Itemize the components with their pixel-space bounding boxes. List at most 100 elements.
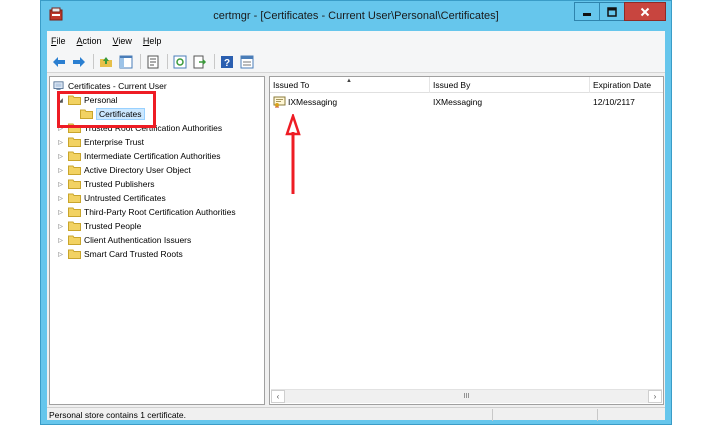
properties-icon [147,55,159,68]
help-icon: ? [221,55,233,69]
maximize-icon [607,6,617,17]
refresh-button[interactable] [172,54,188,70]
column-label-issued-by: Issued By [433,80,471,90]
up-folder-icon [100,56,112,67]
export-list-button[interactable] [192,54,208,70]
tree-item-store[interactable]: ▷ Active Directory User Object [56,163,191,177]
toolbar-separator [93,54,94,69]
table-row[interactable]: IXMessaging IXMessaging 12/10/2117 [270,95,663,108]
certificates-console-icon [53,81,64,90]
folder-icon [68,221,81,231]
annotation-highlight-box [57,91,156,128]
chevron-right-icon: › [653,392,657,401]
tree-label-store: Enterprise Trust [84,137,144,147]
minimize-icon [583,12,591,16]
folder-icon [68,193,81,203]
console-button[interactable] [239,54,255,70]
tree-item-store[interactable]: ▷ Third-Party Root Certification Authori… [56,205,236,219]
tree-item-store[interactable]: ▷ Enterprise Trust [56,135,144,149]
toolbar-separator [167,54,168,69]
list-pane[interactable]: Issued To ▲ Issued By Expiration Date IX… [269,76,664,405]
expand-icon[interactable]: ▷ [56,138,65,147]
client-area: File Action View Help ? Certificates - C… [47,31,665,421]
maximize-button[interactable] [599,2,625,21]
expand-icon[interactable]: ▷ [56,194,65,203]
folder-icon [68,207,81,217]
scroll-right-button[interactable]: › [648,390,662,403]
expand-icon[interactable]: ▷ [56,222,65,231]
certificate-icon [273,96,286,108]
column-label-issued-to: Issued To [273,80,310,90]
menu-file[interactable]: File [51,36,66,46]
tree-item-store[interactable]: ▷ Untrusted Certificates [56,191,166,205]
properties-button[interactable] [145,54,161,70]
up-folder-button[interactable] [98,54,114,70]
tree-item-store[interactable]: ▷ Smart Card Trusted Roots [56,247,183,261]
back-button[interactable] [51,54,67,70]
expand-icon[interactable]: ▷ [56,180,65,189]
column-label-expiration-date: Expiration Date [593,80,652,90]
expand-icon[interactable]: ▷ [56,208,65,217]
toolbar-separator [214,54,215,69]
expand-icon[interactable]: ▷ [56,250,65,259]
cell-issued-to: IXMessaging [273,95,337,108]
tree-item-store[interactable]: ▷ Trusted People [56,219,141,233]
tree-label-store: Smart Card Trusted Roots [84,249,183,259]
expand-icon[interactable]: ▷ [56,166,65,175]
folder-icon [68,165,81,175]
scroll-thumb[interactable]: III [286,391,647,402]
toolbar-separator [140,54,141,69]
show-hide-tree-button[interactable] [118,54,134,70]
menu-view[interactable]: View [113,36,132,46]
forward-button[interactable] [71,54,87,70]
console-icon [240,55,254,68]
back-icon [53,56,65,67]
status-bar: Personal store contains 1 certificate. [47,407,665,421]
svg-text:?: ? [224,58,230,69]
expand-icon[interactable]: ▷ [56,236,65,245]
issued-to-value: IXMessaging [288,96,338,107]
tree-label-store: Active Directory User Object [84,165,191,175]
tree-label-root: Certificates - Current User [68,81,167,91]
folder-icon [68,235,81,245]
menu-help[interactable]: Help [143,36,162,46]
forward-icon [73,56,85,67]
folder-icon [68,249,81,259]
title-bar[interactable]: certmgr - [Certificates - Current User\P… [41,1,671,31]
help-button[interactable]: ? [219,54,235,70]
menu-file-label: ile [56,36,66,46]
menu-help-label: elp [149,36,162,46]
tree-item-store[interactable]: ▷ Trusted Publishers [56,177,155,191]
menu-action-label: ction [82,36,102,46]
column-header-issued-by[interactable]: Issued By [430,77,590,93]
column-header-expiration-date[interactable]: Expiration Date [590,77,663,93]
status-divider [492,409,493,421]
menu-bar: File Action View Help [47,31,665,51]
show-hide-tree-icon [119,55,133,68]
close-button[interactable] [624,2,666,21]
folder-icon [68,151,81,161]
status-text: Personal store contains 1 certificate. [49,409,187,420]
expand-icon[interactable]: ▷ [56,152,65,161]
tree-label-store: Third-Party Root Certification Authoriti… [84,207,236,217]
tree-item-store[interactable]: ▷ Client Authentication Issuers [56,233,191,247]
minimize-button[interactable] [574,2,600,21]
cell-expiration-date: 12/10/2117 [593,96,635,107]
menu-action[interactable]: Action [77,36,102,46]
scroll-left-button[interactable]: ‹ [271,390,285,403]
status-divider [597,409,598,421]
certmgr-window: certmgr - [Certificates - Current User\P… [40,0,672,425]
list-header: Issued To ▲ Issued By Expiration Date [270,77,663,93]
sort-ascending-icon: ▲ [346,78,352,84]
tree-label-store: Untrusted Certificates [84,193,166,203]
tree-label-store: Trusted People [84,221,142,231]
refresh-icon [173,55,187,68]
annotation-up-arrow [285,114,301,194]
cell-issued-by: IXMessaging [433,96,483,107]
tree-label-store: Intermediate Certification Authorities [84,151,221,161]
horizontal-scrollbar[interactable]: ‹ III › [271,389,662,403]
tree-item-store[interactable]: ▷ Intermediate Certification Authorities [56,149,221,163]
column-header-issued-to[interactable]: Issued To ▲ [270,77,430,93]
folder-icon [68,137,81,147]
export-list-icon [193,55,207,68]
